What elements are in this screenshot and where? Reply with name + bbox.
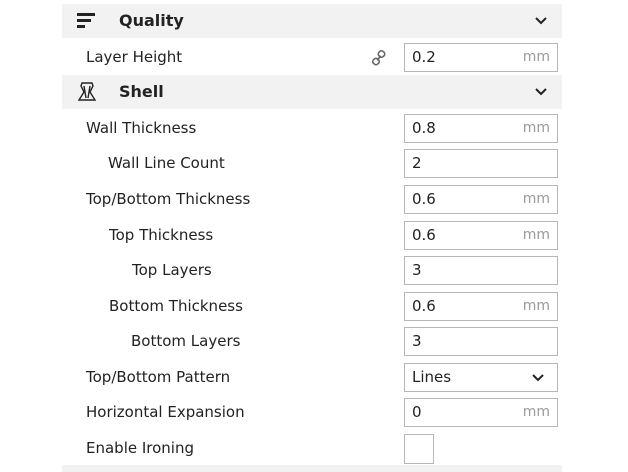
- setting-row-top-layers: Top Layers 3: [62, 253, 562, 288]
- enable-ironing-checkbox[interactable]: [404, 434, 434, 464]
- horizontal-expansion-input[interactable]: 0 mm: [404, 398, 558, 427]
- dropdown-value: Lines: [412, 368, 452, 386]
- field-unit: mm: [522, 191, 550, 207]
- section-header-quality[interactable]: Quality: [62, 4, 562, 38]
- setting-row-horizontal-expansion: Horizontal Expansion 0 mm: [62, 395, 562, 430]
- section-title-quality: Quality: [119, 11, 184, 30]
- chevron-down-icon[interactable]: [534, 86, 548, 98]
- setting-row-top-bottom-thickness: Top/Bottom Thickness 0.6 mm: [62, 182, 562, 217]
- section-title-shell: Shell: [119, 82, 164, 101]
- top-bottom-pattern-dropdown[interactable]: Lines: [404, 363, 558, 392]
- field-value: 0.2: [412, 48, 436, 66]
- bottom-layers-input[interactable]: 3: [404, 327, 558, 356]
- chevron-down-icon[interactable]: [534, 15, 548, 27]
- shell-vase-icon: [77, 82, 97, 101]
- section-divider: [62, 465, 562, 472]
- wall-thickness-input[interactable]: 0.8 mm: [404, 114, 558, 143]
- field-value: 0.8: [412, 119, 436, 137]
- setting-label: Wall Thickness: [86, 119, 197, 137]
- setting-row-bottom-thickness: Bottom Thickness 0.6 mm: [62, 289, 562, 324]
- top-thickness-input[interactable]: 0.6 mm: [404, 221, 558, 250]
- section-header-shell[interactable]: Shell: [62, 75, 562, 109]
- field-value: 0: [412, 403, 422, 421]
- bottom-thickness-input[interactable]: 0.6 mm: [404, 292, 558, 321]
- setting-row-wall-thickness: Wall Thickness 0.8 mm: [62, 111, 562, 146]
- setting-row-top-thickness: Top Thickness 0.6 mm: [62, 218, 562, 253]
- top-bottom-thickness-input[interactable]: 0.6 mm: [404, 185, 558, 214]
- settings-panel: Quality Layer Height 0.2 mm Shell Wall T…: [62, 0, 562, 472]
- chevron-down-icon: [532, 374, 544, 382]
- top-layers-input[interactable]: 3: [404, 256, 558, 285]
- setting-row-layer-height: Layer Height 0.2 mm: [62, 40, 562, 75]
- field-value: 3: [412, 261, 422, 279]
- field-unit: mm: [522, 298, 550, 314]
- setting-label: Top/Bottom Thickness: [86, 190, 251, 208]
- field-unit: mm: [522, 227, 550, 243]
- setting-label: Horizontal Expansion: [86, 403, 245, 421]
- field-unit: mm: [522, 404, 550, 420]
- setting-row-top-bottom-pattern: Top/Bottom Pattern Lines: [62, 360, 562, 395]
- setting-label: Top Thickness: [109, 226, 214, 244]
- field-unit: mm: [522, 49, 550, 65]
- setting-label: Layer Height: [86, 48, 183, 66]
- quality-bars-icon: [77, 13, 95, 28]
- setting-label: Wall Line Count: [108, 154, 225, 172]
- field-value: 0.6: [412, 226, 436, 244]
- wall-line-count-input[interactable]: 2: [404, 149, 558, 178]
- setting-row-bottom-layers: Bottom Layers 3: [62, 324, 562, 359]
- setting-label: Bottom Thickness: [109, 297, 243, 315]
- setting-row-wall-line-count: Wall Line Count 2: [62, 146, 562, 181]
- field-value: 0.6: [412, 297, 436, 315]
- setting-row-enable-ironing: Enable Ironing: [62, 431, 562, 466]
- field-unit: mm: [522, 120, 550, 136]
- field-value: 3: [412, 332, 422, 350]
- field-value: 0.6: [412, 190, 436, 208]
- layer-height-input[interactable]: 0.2 mm: [404, 43, 558, 72]
- setting-label: Enable Ironing: [86, 439, 195, 457]
- setting-label: Top Layers: [132, 261, 212, 279]
- field-value: 2: [412, 154, 422, 172]
- link-icon[interactable]: [370, 49, 388, 67]
- setting-label: Bottom Layers: [131, 332, 241, 350]
- setting-label: Top/Bottom Pattern: [86, 368, 231, 386]
